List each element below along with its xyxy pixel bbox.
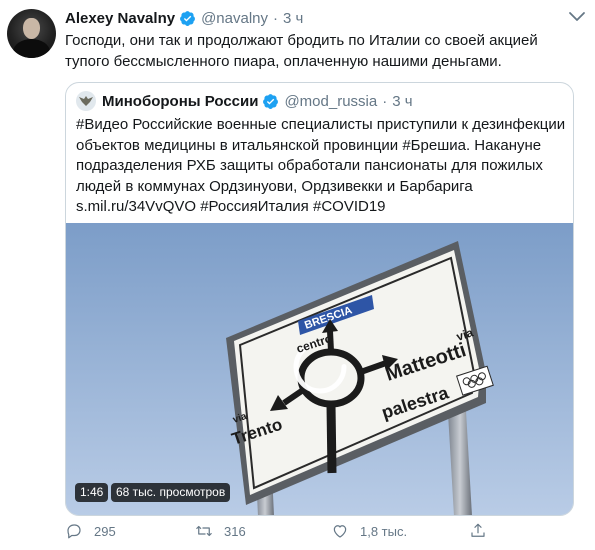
like-count: 1,8 тыс. xyxy=(360,523,408,539)
quoted-header: Минобороны России @mod_russia · 3 ч xyxy=(76,91,413,111)
share-button[interactable] xyxy=(469,520,498,542)
author-handle[interactable]: @navalny xyxy=(201,10,268,27)
quoted-time: 3 ч xyxy=(392,92,413,110)
eagle-emblem-icon xyxy=(79,96,93,106)
verified-icon xyxy=(263,93,279,109)
retweet-count: 316 xyxy=(224,523,246,539)
heart-icon xyxy=(333,525,347,538)
video-duration: 1:46 xyxy=(75,483,109,502)
separator-dot: · xyxy=(273,9,279,27)
avatar-body xyxy=(13,39,50,58)
quoted-author-name: Минобороны России xyxy=(102,92,259,110)
quoted-text: #Видео Российские военные специалисты пр… xyxy=(76,116,566,215)
avatar-face xyxy=(23,18,40,39)
separator-dot: · xyxy=(382,92,388,110)
video-views: 68 тыс. просмотров xyxy=(111,483,231,502)
quoted-author-handle: @mod_russia xyxy=(284,92,378,110)
quoted-tweet[interactable]: Минобороны России @mod_russia · 3 ч #Вид… xyxy=(65,82,574,516)
tweet: Alexey Navalny @navalny · 3 ч Господи, о… xyxy=(0,0,595,550)
tweet-text: Господи, они так и продолжают бродить по… xyxy=(65,32,538,70)
share-icon xyxy=(471,523,485,537)
verified-icon xyxy=(180,10,196,26)
action-bar: 295 316 1,8 тыс. xyxy=(65,520,580,542)
author-name[interactable]: Alexey Navalny xyxy=(65,10,175,27)
avatar[interactable] xyxy=(7,9,56,58)
video-frame: BRESCIA centro via Matteotti palestra vi… xyxy=(66,223,573,515)
tweet-time[interactable]: 3 ч xyxy=(283,10,303,27)
chevron-down-icon[interactable] xyxy=(568,10,586,24)
reply-button[interactable]: 295 xyxy=(65,520,116,542)
quoted-avatar xyxy=(76,91,96,111)
video-player[interactable]: BRESCIA centro via Matteotti palestra vi… xyxy=(66,223,573,515)
reply-count: 295 xyxy=(94,523,116,539)
tweet-header: Alexey Navalny @navalny · 3 ч xyxy=(65,8,303,28)
retweet-button[interactable]: 316 xyxy=(195,520,246,542)
retweet-icon xyxy=(196,525,212,537)
like-button[interactable]: 1,8 тыс. xyxy=(331,520,407,542)
reply-icon xyxy=(67,524,81,539)
